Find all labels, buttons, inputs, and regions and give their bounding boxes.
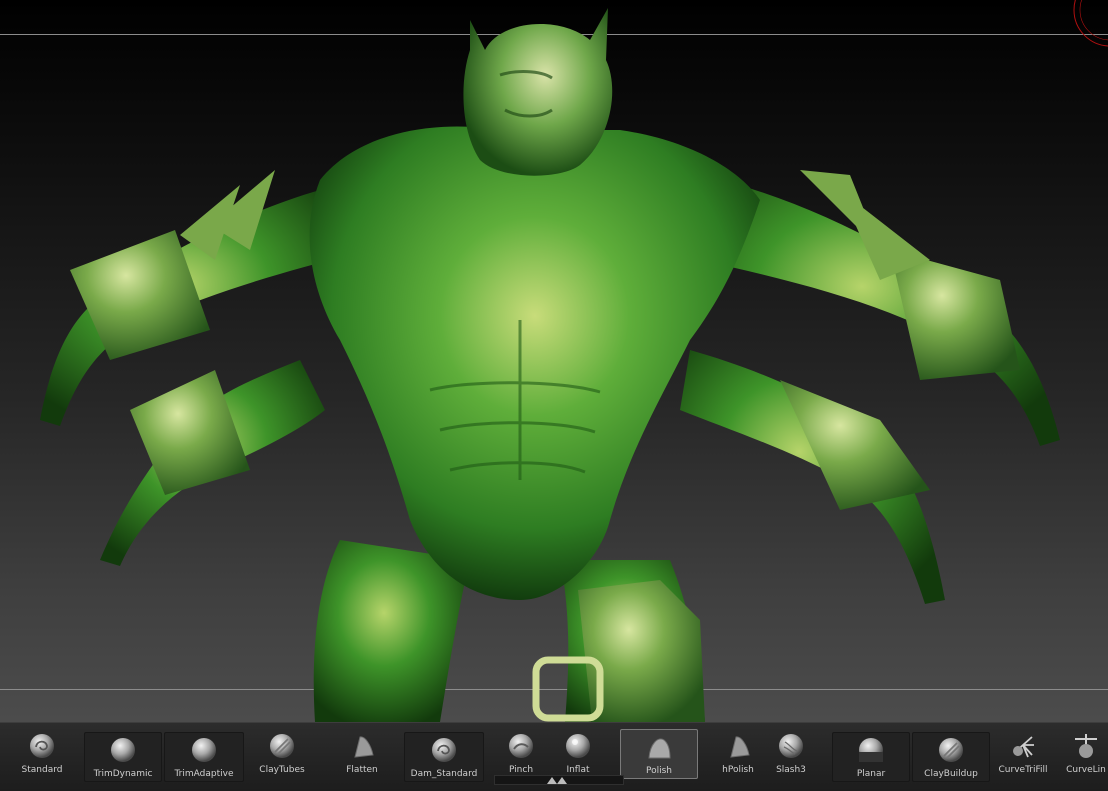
- brush-label: TrimDynamic: [93, 769, 153, 779]
- 3d-viewport[interactable]: [0, 0, 1108, 722]
- trimadaptive-brush-icon: [191, 737, 217, 763]
- brush-trimdynamic[interactable]: TrimDynamic: [84, 732, 162, 782]
- brush-label: Flatten: [346, 765, 378, 775]
- upper-right-bracer: [890, 250, 1020, 380]
- brush-trimadaptive[interactable]: TrimAdaptive: [164, 732, 244, 782]
- pinch-brush-icon: [508, 733, 534, 759]
- brush-pinch[interactable]: Pinch: [486, 729, 556, 777]
- shelf-toggle-arrows-icon[interactable]: [545, 775, 569, 785]
- flatten-brush-icon: [349, 733, 375, 759]
- brush-claybuildup[interactable]: ClayBuildup: [912, 732, 990, 782]
- brush-label: TrimAdaptive: [174, 769, 234, 779]
- brush-label: Dam_Standard: [410, 769, 478, 779]
- sculpted-model: [40, 8, 1060, 722]
- brush-hpolish[interactable]: hPolish: [710, 729, 766, 777]
- brush-standard[interactable]: Standard: [4, 729, 80, 777]
- brush-label: CurveLin: [1066, 765, 1106, 775]
- claybuildup-brush-icon: [938, 737, 964, 763]
- trimdynamic-brush-icon: [110, 737, 136, 763]
- slash3-brush-icon: [778, 733, 804, 759]
- brush-planar[interactable]: Planar: [832, 732, 910, 782]
- brush-label: Standard: [21, 765, 63, 775]
- brush-slash3[interactable]: Slash3: [766, 729, 816, 777]
- corner-arc-indicator: [1073, 0, 1108, 47]
- brush-inflat[interactable]: Inflat: [556, 729, 600, 777]
- head: [463, 8, 613, 176]
- brush-label: CurveTriFill: [998, 765, 1048, 775]
- planar-brush-icon: [858, 737, 884, 763]
- brush-polish[interactable]: Polish: [620, 729, 698, 779]
- hpolish-brush-icon: [725, 733, 751, 759]
- brush-label: Slash3: [776, 765, 806, 775]
- brush-flatten[interactable]: Flatten: [324, 729, 400, 777]
- brush-dam-standard[interactable]: Dam_Standard: [404, 732, 484, 782]
- inflat-brush-icon: [565, 733, 591, 759]
- brush-label: hPolish: [722, 765, 754, 775]
- brush-claytubes[interactable]: ClayTubes: [244, 729, 320, 777]
- brush-curvelin[interactable]: CurveLin: [1060, 729, 1108, 777]
- dam-standard-brush-icon: [431, 737, 457, 763]
- polish-brush-icon: [646, 734, 672, 760]
- curvetrifill-brush-icon: [1010, 733, 1036, 759]
- brush-label: ClayTubes: [259, 765, 305, 775]
- standard-brush-icon: [29, 733, 55, 759]
- brush-label: Pinch: [508, 765, 534, 775]
- brush-label: Inflat: [566, 765, 590, 775]
- claytubes-brush-icon: [269, 733, 295, 759]
- brush-label: Polish: [645, 766, 672, 776]
- curvelin-brush-icon: [1073, 733, 1099, 759]
- brush-label: Planar: [856, 769, 886, 779]
- brush-curvetrifill[interactable]: CurveTriFill: [992, 729, 1054, 777]
- brush-label: ClayBuildup: [924, 769, 978, 779]
